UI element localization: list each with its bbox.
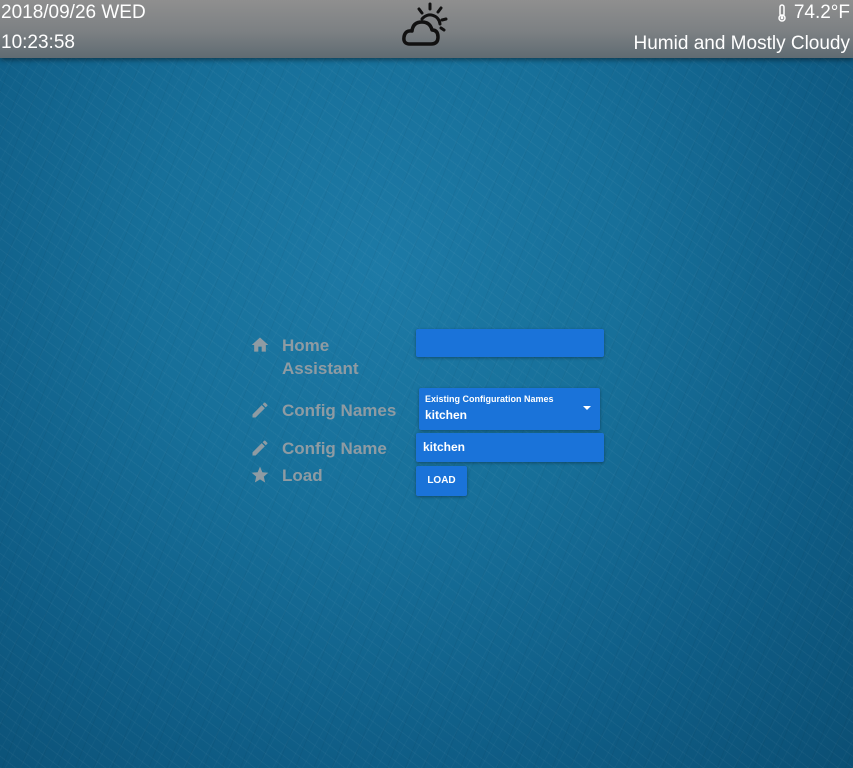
partly-cloudy-day-icon: [402, 2, 448, 46]
row-load: Load: [250, 464, 407, 487]
date-display: 2018/09/26 WED: [1, 2, 146, 23]
home-icon: [251, 337, 269, 352]
row-config-name: Config Name: [250, 437, 407, 460]
top-bar: 2018/09/26 WED 10:23:58 74.2°F Humid and…: [0, 0, 853, 58]
home-assistant-label: Home Assistant: [282, 336, 359, 378]
config-names-label: Config Names: [282, 401, 397, 420]
pencil-icon: [252, 440, 268, 456]
thermometer-icon: [778, 4, 786, 22]
chevron-down-icon[interactable]: [583, 406, 591, 410]
home-assistant-input[interactable]: [416, 329, 604, 357]
time-display: 10:23:58: [1, 32, 75, 53]
star-icon: [251, 466, 269, 483]
config-name-label: Config Name: [282, 439, 387, 458]
temperature-group: 74.2°F: [776, 2, 850, 24]
weather-condition: Humid and Mostly Cloudy: [633, 33, 850, 54]
config-names-select[interactable]: Existing Configuration Names kitchen: [419, 388, 600, 430]
config-name-input[interactable]: kitchen: [416, 433, 604, 462]
row-config-names: Config Names: [250, 399, 407, 422]
row-home-assistant: Home Assistant: [250, 334, 407, 380]
config-select-value: kitchen: [425, 408, 468, 422]
load-label: Load: [282, 466, 323, 485]
config-name-value: kitchen: [423, 440, 466, 454]
load-button[interactable]: LOAD: [416, 466, 467, 496]
config-select-label: Existing Configuration Names: [425, 394, 554, 404]
pencil-icon: [252, 402, 268, 418]
background-texture: [0, 0, 853, 768]
temperature-value: 74.2°F: [793, 2, 850, 23]
